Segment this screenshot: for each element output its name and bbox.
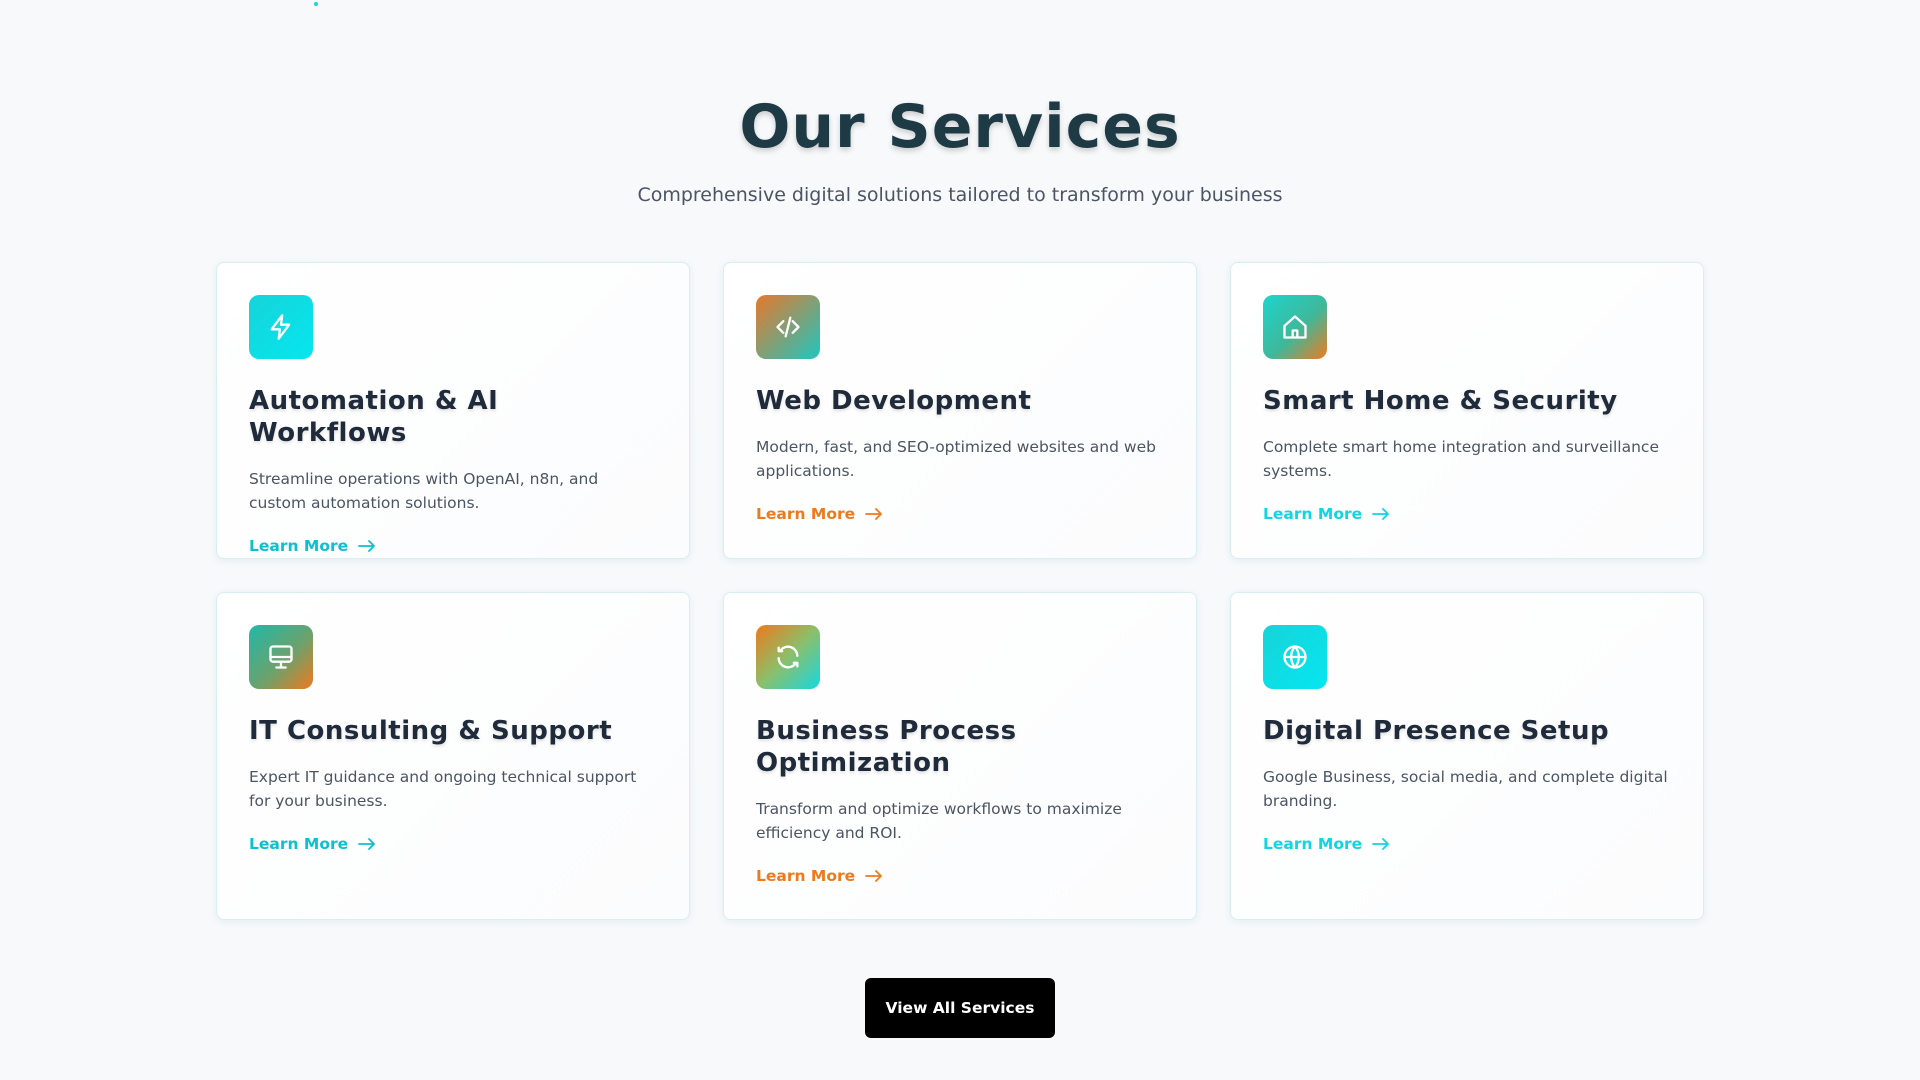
service-description: Google Business, social media, and compl… — [1263, 768, 1668, 810]
arrow-right-icon — [358, 540, 376, 552]
refresh-icon — [756, 625, 820, 689]
service-card-smart-home: Smart Home & Security Complete smart hom… — [1230, 262, 1704, 559]
service-title: Smart Home & Security — [1263, 386, 1618, 416]
learn-more-link[interactable]: Learn More — [249, 537, 376, 555]
learn-more-label: Learn More — [249, 835, 349, 853]
learn-more-label: Learn More — [249, 537, 349, 555]
learn-more-label: Learn More — [1263, 505, 1363, 523]
service-description: Transform and optimize workflows to maxi… — [756, 800, 1122, 842]
monitor-icon — [249, 625, 313, 689]
arrow-right-icon — [1372, 838, 1390, 850]
service-title: Digital Presence Setup — [1263, 716, 1610, 746]
services-grid: Automation & AI Workflows Streamline ope… — [216, 262, 1704, 920]
page-title: Our Services — [739, 92, 1181, 162]
service-card-digital-presence: Digital Presence Setup Google Business, … — [1230, 592, 1704, 920]
arrow-right-icon — [865, 508, 883, 520]
learn-more-label: Learn More — [756, 505, 856, 523]
service-description: Complete smart home integration and surv… — [1263, 438, 1659, 480]
service-title: Automation & AI Workflows — [249, 386, 499, 448]
view-all-services-button[interactable]: View All Services — [865, 978, 1055, 1038]
service-description: Modern, fast, and SEO-optimized websites… — [756, 438, 1156, 480]
learn-more-link[interactable]: Learn More — [249, 835, 376, 853]
decorative-dot — [314, 2, 318, 6]
service-card-web-development: Web Development Modern, fast, and SEO-op… — [723, 262, 1197, 559]
service-title: Web Development — [756, 386, 1032, 416]
service-title: IT Consulting & Support — [249, 716, 613, 746]
arrow-right-icon — [1372, 508, 1390, 520]
learn-more-label: Learn More — [756, 867, 856, 885]
service-card-it-consulting: IT Consulting & Support Expert IT guidan… — [216, 592, 690, 920]
arrow-right-icon — [358, 838, 376, 850]
arrow-right-icon — [865, 870, 883, 882]
services-header: Our Services Comprehensive digital solut… — [0, 0, 1920, 206]
learn-more-link[interactable]: Learn More — [1263, 835, 1390, 853]
learn-more-link[interactable]: Learn More — [1263, 505, 1390, 523]
learn-more-link[interactable]: Learn More — [756, 505, 883, 523]
service-title: Business Process Optimization — [756, 716, 1017, 778]
lightning-icon — [249, 295, 313, 359]
learn-more-label: Learn More — [1263, 835, 1363, 853]
code-icon — [756, 295, 820, 359]
service-description: Streamline operations with OpenAI, n8n, … — [249, 470, 599, 512]
learn-more-link[interactable]: Learn More — [756, 867, 883, 885]
globe-icon — [1263, 625, 1327, 689]
service-description: Expert IT guidance and ongoing technical… — [249, 768, 637, 810]
page-subtitle: Comprehensive digital solutions tailored… — [637, 184, 1283, 206]
service-card-business-process: Business Process Optimization Transform … — [723, 592, 1197, 920]
service-card-automation: Automation & AI Workflows Streamline ope… — [216, 262, 690, 559]
home-icon — [1263, 295, 1327, 359]
